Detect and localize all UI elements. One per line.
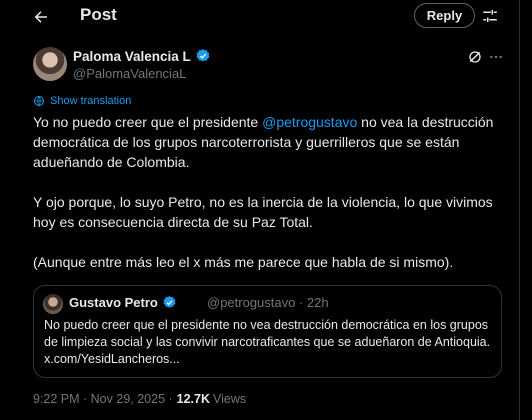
author-handle[interactable]: @PalomaValenciaL: [73, 66, 186, 81]
post-metadata: 9:22 PM · Nov 29, 2025 · 12.7K Views: [33, 392, 246, 406]
post-text-segment: Yo no puedo creer que el presidente: [33, 114, 263, 130]
show-translation-label: Show translation: [50, 95, 132, 107]
verified-badge-icon: [195, 48, 211, 64]
show-translation-link[interactable]: Show translation: [33, 95, 131, 107]
post-text: Yo no puedo creer que el presidente @pet…: [33, 112, 513, 272]
page-title: Post: [80, 5, 117, 24]
post-paragraph-1: Yo no puedo creer que el presidente @pet…: [33, 112, 513, 172]
sliders-icon: [483, 10, 497, 22]
scrollbar[interactable]: [523, 0, 532, 420]
reply-button[interactable]: Reply: [414, 3, 475, 28]
top-bar: Post Reply: [0, 0, 520, 33]
verified-badge-icon: [162, 295, 177, 310]
author-avatar[interactable]: [33, 47, 67, 81]
quoted-post-text: No puedo creer que el presidente no vea …: [44, 318, 491, 366]
filter-button[interactable]: [480, 6, 500, 26]
quoted-author-name: Gustavo Petro: [69, 295, 177, 310]
grok-icon[interactable]: [467, 49, 483, 65]
author-name[interactable]: Paloma Valencia L: [73, 48, 211, 64]
views-label: Views: [213, 392, 247, 406]
quoted-post-card[interactable]: Gustavo Petro @petrogustavo · 22h No pue…: [33, 285, 502, 378]
post-paragraph-3: (Aunque entre más leo el x más me parece…: [33, 254, 454, 270]
mention-link[interactable]: @petrogustavo: [262, 114, 357, 130]
back-button[interactable]: [30, 6, 52, 28]
author-name-text: Paloma Valencia L: [73, 48, 191, 64]
quoted-author-avatar: [43, 294, 63, 314]
views-count: 12.7K: [176, 392, 211, 406]
post-paragraph-2: Y ojo porque, lo suyo Petro, no es la in…: [33, 194, 493, 230]
quoted-author-name-text: Gustavo Petro: [69, 295, 158, 310]
post-view: Post Reply Paloma Valencia L @PalomaVale…: [0, 0, 520, 420]
globe-icon: [34, 96, 44, 106]
more-horizontal-icon[interactable]: [488, 49, 504, 65]
post-timestamp[interactable]: 9:22 PM · Nov 29, 2025 ·: [33, 392, 173, 406]
quoted-author-handle: @petrogustavo · 22h: [207, 295, 329, 310]
arrow-left-icon: [34, 11, 47, 23]
